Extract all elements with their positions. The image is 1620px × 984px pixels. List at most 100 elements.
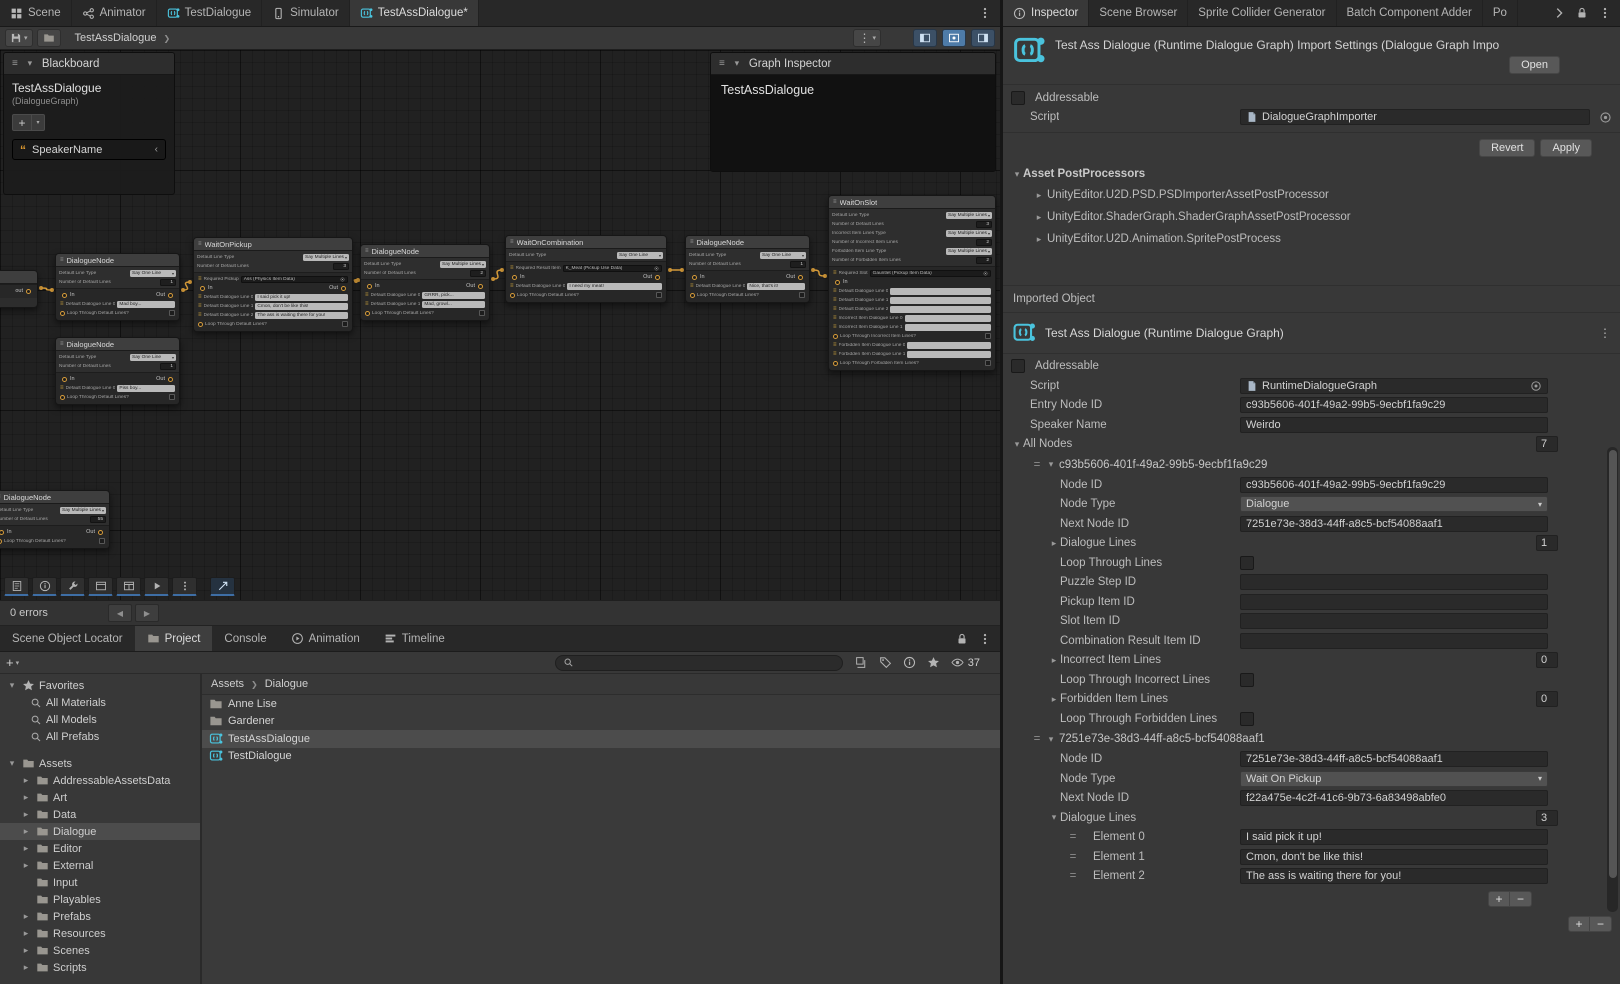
checkbox[interactable] — [169, 310, 175, 316]
checkbox[interactable] — [656, 292, 662, 298]
node-title-bar[interactable]: ≡DialogueNode — [0, 491, 109, 504]
enum-dropdown[interactable]: Say One Line▾ — [130, 354, 176, 361]
tab-scene-object-locator[interactable]: Scene Object Locator — [0, 626, 135, 651]
text-field[interactable] — [890, 297, 991, 304]
text-field[interactable]: Cmon, don't be like this! — [255, 303, 348, 310]
prev-error-button[interactable]: ◀ — [108, 604, 132, 622]
graph-node-startnode[interactable]: ≡StartNodeConnectionsout — [0, 270, 38, 308]
editor-tab-animator[interactable]: Animator — [72, 0, 157, 26]
checkbox[interactable] — [985, 360, 991, 366]
text-field[interactable] — [907, 351, 991, 358]
tab-animation[interactable]: Animation — [279, 626, 372, 651]
output-port[interactable]: Out — [466, 283, 483, 289]
foldout-icon[interactable]: ▸ — [20, 775, 32, 786]
text-field[interactable] — [1240, 594, 1548, 610]
text-field[interactable]: GRRR, pick... — [422, 292, 485, 299]
editor-tab-testassdialogue[interactable]: TestAssDialogue* — [350, 0, 479, 26]
favorites-foldout[interactable]: ▾Favorites — [0, 677, 200, 694]
output-port[interactable]: Out — [156, 292, 173, 298]
remove-element-button[interactable]: − — [1510, 891, 1532, 907]
number-field[interactable]: 1 — [160, 279, 176, 286]
blackboard-panel[interactable]: ≡ ▾ Blackboard TestAssDialogue (Dialogue… — [3, 52, 175, 195]
enum-dropdown[interactable]: Say One Line▾ — [617, 252, 663, 259]
script-field[interactable]: RuntimeDialogueGraph — [1240, 378, 1548, 394]
checkbox[interactable] — [479, 310, 485, 316]
save-button[interactable]: ▾ — [5, 29, 33, 47]
text-field[interactable]: The ass is waiting there for you! — [1240, 868, 1548, 884]
postprocessor-item[interactable]: ▸UnityEditor.ShaderGraph.ShaderGraphAsse… — [1003, 206, 1620, 228]
text-field[interactable] — [1240, 633, 1548, 649]
checkbox[interactable] — [342, 321, 348, 327]
tree-item-input[interactable]: Input — [0, 874, 200, 891]
more-options-icon[interactable]: ⋮ — [1599, 326, 1611, 340]
input-port[interactable]: In — [692, 274, 705, 280]
hamburger-icon[interactable]: ≡ — [12, 58, 18, 69]
foldout-icon[interactable]: ▸ — [20, 826, 32, 837]
number-field[interactable]: 2 — [976, 239, 992, 246]
checkbox[interactable] — [99, 538, 105, 544]
foldout-icon[interactable]: ▸ — [1048, 538, 1060, 549]
asset-gardener[interactable]: Gardener — [202, 713, 1000, 731]
input-port[interactable]: In — [367, 283, 380, 289]
number-field[interactable]: 1 — [790, 261, 806, 268]
all-nodes-foldout[interactable]: ▾All Nodes7 — [1003, 435, 1620, 455]
text-field[interactable]: c93b5606-401f-49a2-99b5-9ecbf1fa9c29 — [1240, 477, 1548, 493]
number-field[interactable]: 3 — [976, 221, 992, 228]
graph-node-dialoguenode[interactable]: ≡DialogueNodeDefault Line TypeSay Multip… — [0, 490, 110, 549]
array-size-field[interactable]: 1 — [1536, 535, 1558, 551]
node-title-bar[interactable]: ≡DialogueNode — [56, 338, 179, 351]
number-field[interactable]: 1 — [160, 363, 176, 370]
foldout-icon[interactable]: ▾ — [1045, 734, 1057, 745]
picker-icon[interactable] — [1599, 111, 1612, 124]
add-property-button[interactable]: + — [12, 114, 32, 131]
input-port[interactable]: In — [0, 529, 12, 535]
chevron-down-icon[interactable]: ▾ — [32, 114, 45, 131]
output-port[interactable]: Out — [786, 274, 803, 280]
kebab-icon[interactable] — [1598, 6, 1612, 20]
toggle-minimap-button[interactable] — [942, 29, 966, 47]
node-title-bar[interactable]: ≡DialogueNode — [361, 245, 489, 258]
tab-scene-browser[interactable]: Scene Browser — [1089, 0, 1188, 26]
favorite-item-all-prefabs[interactable]: All Prefabs — [0, 728, 200, 745]
tab-project[interactable]: Project — [135, 626, 213, 651]
text-field[interactable] — [1240, 613, 1548, 629]
text-field[interactable] — [890, 288, 991, 295]
foldout-icon[interactable]: ▸ — [20, 945, 32, 956]
foldout-icon[interactable]: ▾ — [6, 680, 18, 691]
input-port[interactable]: In — [200, 285, 213, 291]
tab-inspector[interactable]: Inspector — [1003, 0, 1089, 26]
enum-dropdown[interactable]: Say Multiple Lines▾ — [440, 261, 486, 268]
node-title-bar[interactable]: ≡StartNode — [0, 271, 37, 284]
checkbox[interactable] — [169, 394, 175, 400]
number-field[interactable]: 3 — [333, 263, 349, 270]
kebab-icon[interactable] — [978, 632, 992, 646]
toggle-blackboard-button[interactable] — [913, 29, 937, 47]
output-port[interactable]: Out — [643, 274, 660, 280]
text-field[interactable]: c93b5606-401f-49a2-99b5-9ecbf1fa9c29 — [1240, 397, 1548, 413]
foldout-icon[interactable]: ▸ — [20, 962, 32, 973]
create-asset-button[interactable]: + ▾ — [6, 656, 19, 669]
text-field[interactable]: f22a475e-4c2f-41c6-9b73-6a83498abfe0 — [1240, 790, 1548, 806]
text-field[interactable]: Mad boy... — [117, 301, 175, 308]
asset-anne-lise[interactable]: Anne Lise — [202, 695, 1000, 713]
object-field[interactable]: Ass (Physics Item Data) — [241, 276, 348, 283]
tree-item-addressableassetsdata[interactable]: ▸AddressableAssetsData — [0, 772, 200, 789]
checkbox[interactable] — [985, 333, 991, 339]
foldout-icon[interactable]: ▾ — [1011, 169, 1023, 180]
input-port[interactable]: In — [62, 292, 75, 298]
array-size-field[interactable]: 0 — [1536, 652, 1558, 668]
editor-tab-scene[interactable]: Scene — [0, 0, 72, 26]
asset-testdialogue[interactable]: TestDialogue — [202, 748, 1000, 766]
text-field[interactable]: 7251e73e-38d3-44ff-a8c5-bcf54088aaf1 — [1240, 516, 1548, 532]
script-field[interactable]: DialogueGraphImporter — [1240, 109, 1590, 125]
foldout-icon[interactable]: ▸ — [20, 843, 32, 854]
text-field[interactable]: I said pick it up! — [255, 294, 348, 301]
tree-item-prefabs[interactable]: ▸Prefabs — [0, 908, 200, 925]
input-port[interactable]: In — [835, 279, 848, 285]
node-title-bar[interactable]: ≡WaitOnSlot — [829, 196, 995, 209]
text-field[interactable] — [907, 342, 991, 349]
footer-expand-button[interactable] — [210, 577, 235, 596]
assets-foldout[interactable]: ▾Assets — [0, 755, 200, 772]
object-field[interactable]: K_Meat (Pickup Use Data) — [563, 265, 662, 272]
open-button[interactable]: Open — [1509, 56, 1560, 74]
